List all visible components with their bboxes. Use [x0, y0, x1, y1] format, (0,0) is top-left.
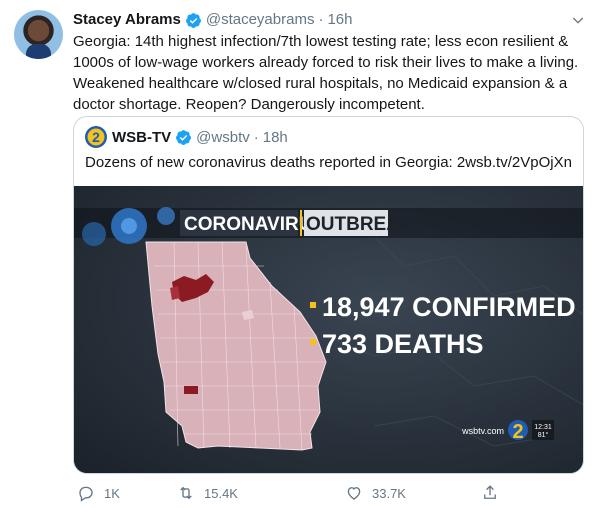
banner-coronavirus: CORONAVIRUS [184, 214, 325, 235]
separator-dot: · [253, 128, 259, 146]
tweet-time[interactable]: 16h [327, 10, 352, 30]
like-button[interactable]: 33.7K [345, 484, 406, 502]
reply-icon [79, 486, 93, 502]
retweet-button[interactable]: 15.4K [177, 484, 238, 502]
channel-number: 2 [512, 421, 523, 443]
quoted-time[interactable]: 18h [263, 129, 288, 146]
stat-bullet-deaths [310, 339, 316, 345]
tweet-header: Stacey Abrams @staceyabrams · 16h [73, 10, 352, 30]
quoted-header: 2 WSB-TV @wsbtv · 18h [85, 126, 288, 148]
banner-outbreak: OUTBREAK [306, 214, 414, 235]
like-count: 33.7K [372, 485, 406, 501]
stat-bullet-confirmed [310, 302, 316, 308]
quoted-tweet[interactable]: 2 WSB-TV @wsbtv · 18h Dozens of new coro… [73, 116, 584, 474]
news-graphic[interactable]: CORONAVIRUS OUTBREAK 18,947 CONFIRMED 73… [74, 186, 583, 473]
share-button[interactable] [481, 484, 508, 502]
reply-count: 1K [104, 485, 120, 501]
stat-confirmed: 18,947 CONFIRMED [322, 292, 576, 322]
separator-dot: · [318, 11, 324, 28]
action-bar: 1K 15.4K 33.7K [73, 484, 513, 504]
quoted-author-handle[interactable]: @wsbtv [196, 129, 250, 146]
reply-button[interactable]: 1K [77, 484, 120, 502]
retweet-icon [180, 486, 192, 500]
like-icon [347, 487, 361, 500]
chevron-down-icon[interactable] [570, 12, 586, 28]
author-handle[interactable]: @staceyabrams [206, 10, 315, 30]
map-hotspot-albany [184, 386, 198, 394]
author-name[interactable]: Stacey Abrams [73, 10, 181, 30]
retweet-count: 15.4K [204, 485, 238, 501]
wsb-logo-icon: 2 [85, 126, 107, 148]
verified-icon [176, 129, 192, 145]
quoted-author-name[interactable]: WSB-TV [112, 129, 171, 146]
clock-temp: 81° [538, 431, 549, 439]
news-graphic-image: CORONAVIRUS OUTBREAK 18,947 CONFIRMED 73… [74, 186, 583, 473]
quoted-text: Dozens of new coronavirus deaths reporte… [85, 154, 572, 171]
avatar[interactable] [14, 10, 63, 59]
clock-time: 12:31 [534, 424, 552, 431]
watermark: wsbtv.com [461, 426, 504, 436]
tweet-text: Georgia: 14th highest infection/7th lowe… [73, 33, 579, 113]
stat-deaths: 733 DEATHS [322, 329, 484, 359]
share-icon [484, 485, 496, 499]
wsb-logo-text: 2 [92, 129, 100, 145]
verified-icon [185, 12, 201, 28]
